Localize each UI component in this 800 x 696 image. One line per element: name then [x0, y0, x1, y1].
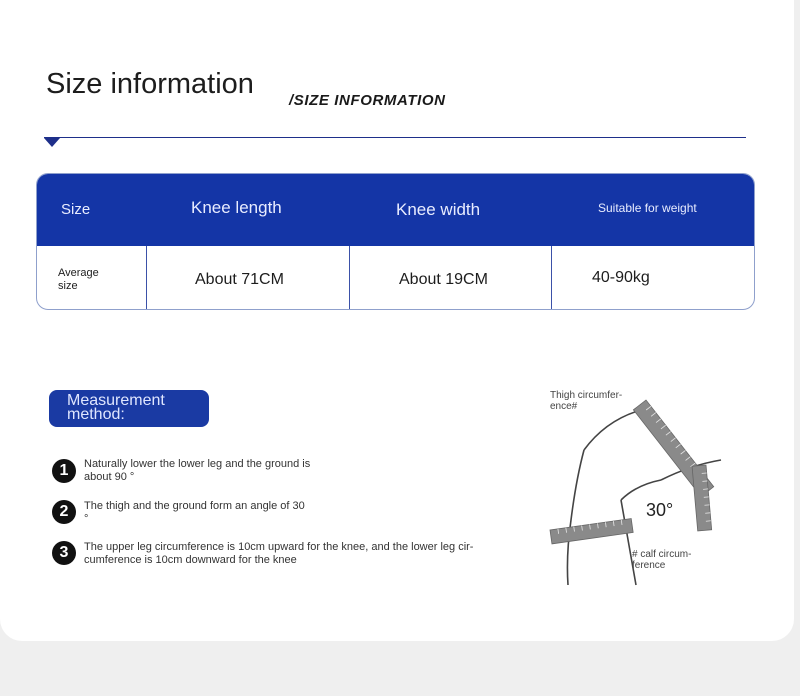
header-knee-length: Knee length	[191, 198, 282, 217]
step-number-badge: 1	[52, 459, 76, 483]
step-text: Naturally lower the lower leg and the gr…	[84, 458, 311, 483]
step-text: The thigh and the ground form an angle o…	[84, 500, 305, 525]
column-divider	[146, 246, 147, 309]
step-number-badge: 2	[52, 500, 76, 524]
cell-weight: 40-90kg	[592, 269, 650, 286]
measurement-method-badge: Measurement method:	[49, 390, 209, 427]
knee-measurement-illustration: Thigh circumfer-ence# 30° # calf circum-…	[546, 380, 726, 590]
column-divider	[349, 246, 350, 309]
header-knee-width: Knee width	[396, 200, 481, 219]
calf-circumference-label: # calf circum-ference	[632, 549, 692, 571]
page-subtitle: /SIZE INFORMATION	[289, 92, 446, 109]
divider-marker-icon	[44, 138, 60, 147]
size-table: Size Knee length Knee width Suitable for…	[36, 173, 755, 310]
size-table-header: Size Knee length Knee width Suitable for…	[37, 174, 754, 246]
angle-label: 30°	[646, 500, 674, 520]
content-card: Size information /SIZE INFORMATION Size …	[0, 0, 794, 641]
header-suitable-weight: Suitable for weight	[598, 201, 697, 215]
measurement-method-title: Measurement method:	[67, 392, 165, 423]
header-size: Size	[61, 201, 91, 218]
step-number-badge: 3	[52, 541, 76, 565]
step-text: The upper leg circumference is 10cm upwa…	[84, 541, 474, 566]
cell-knee-width: About 19CM	[399, 271, 488, 288]
title-divider	[44, 137, 746, 138]
cell-size-label: Average size	[58, 267, 99, 292]
thigh-circumference-label: Thigh circumfer-ence#	[550, 390, 623, 412]
cell-knee-length: About 71CM	[195, 271, 284, 288]
column-divider	[551, 246, 552, 309]
page-title: Size information	[46, 68, 254, 100]
